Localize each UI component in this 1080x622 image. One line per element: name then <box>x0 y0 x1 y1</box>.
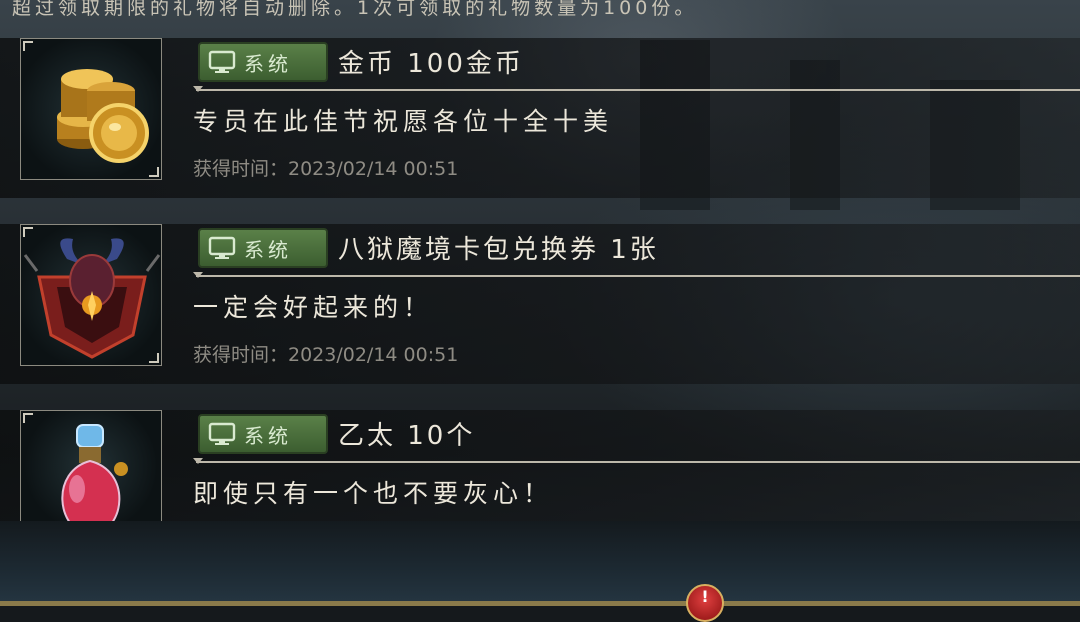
mail-item[interactable]: 系统 乙太 10个 即使只有一个也不要灰心！ <box>0 410 1080 521</box>
ether-potion-icon <box>61 424 128 521</box>
received-time: 获得时间：2023/02/14 00:51 <box>193 344 459 366</box>
system-tag[interactable]: 系统 <box>198 42 328 82</box>
monitor-icon <box>208 50 236 73</box>
divider <box>196 275 1080 277</box>
system-tag[interactable]: 系统 <box>198 414 328 454</box>
alert-badge[interactable]: ! <box>686 584 724 622</box>
received-time: 获得时间：2023/02/14 00:51 <box>193 158 459 180</box>
gold-coins-icon <box>57 69 149 163</box>
item-slot[interactable] <box>20 224 162 366</box>
mail-item[interactable]: 系统 八狱魔境卡包兑换券 1张 一定会好起来的！ 获得时间：2023/02/14… <box>0 224 1080 384</box>
bottom-bar <box>0 521 1080 606</box>
tag-label: 系统 <box>244 423 292 448</box>
mail-item[interactable]: 系统 金币 100金币 专员在此佳节祝愿各位十全十美 获得时间：2023/02/… <box>0 38 1080 198</box>
divider <box>196 461 1080 463</box>
demon-card-pack-icon <box>23 238 161 359</box>
mail-title: 金币 100金币 <box>338 49 524 79</box>
divider <box>196 89 1080 91</box>
item-slot[interactable] <box>20 38 162 180</box>
mail-message: 一定会好起来的！ <box>193 293 434 322</box>
mail-message: 即使只有一个也不要灰心！ <box>193 479 554 508</box>
system-tag[interactable]: 系统 <box>198 228 328 268</box>
tag-label: 系统 <box>244 237 292 262</box>
monitor-icon <box>208 422 236 445</box>
monitor-icon <box>208 236 236 259</box>
bottom-edge <box>0 601 1080 606</box>
mail-message: 专员在此佳节祝愿各位十全十美 <box>193 107 614 136</box>
expiry-notice: 超过领取期限的礼物将自动删除。1次可领取的礼物数量为100份。 <box>12 0 698 19</box>
mail-title: 八狱魔境卡包兑换券 1张 <box>338 235 659 265</box>
mail-title: 乙太 10个 <box>338 421 476 451</box>
tag-label: 系统 <box>244 51 292 76</box>
item-slot[interactable] <box>20 410 162 521</box>
